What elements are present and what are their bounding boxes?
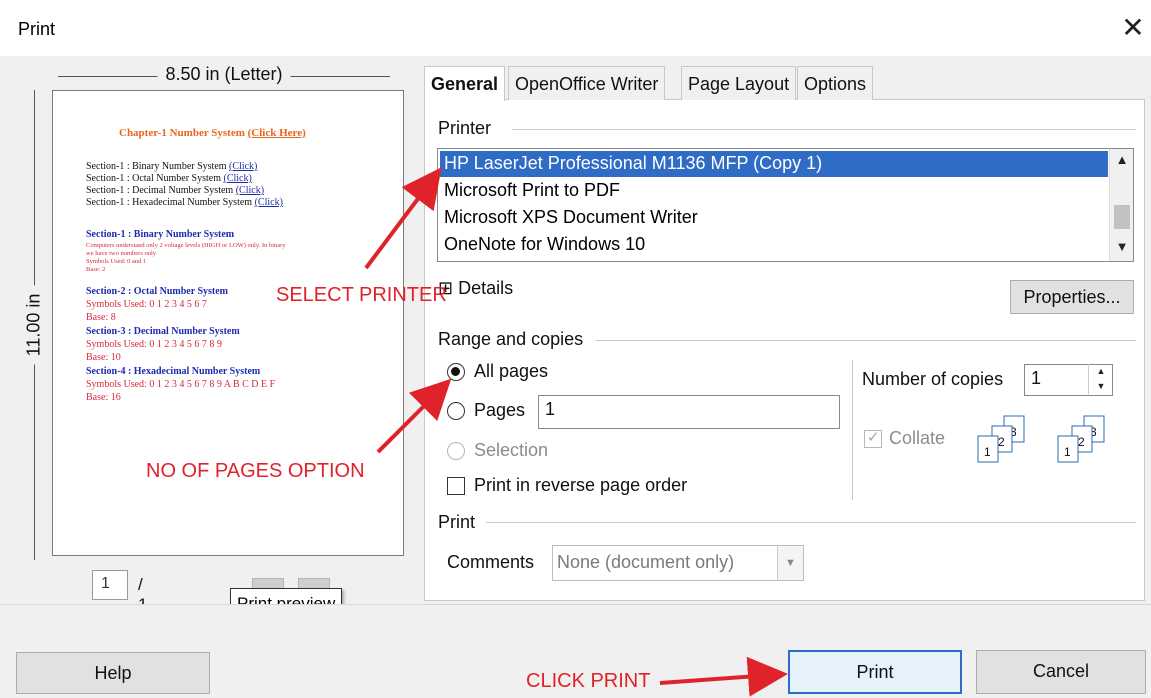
doc-section-text: Section-1 : Binary Number System bbox=[86, 161, 227, 172]
doc-body: Base: 2 bbox=[86, 266, 106, 273]
title-bar: Print ✕ bbox=[0, 0, 1151, 56]
doc-section-text: Section-1 : Hexadecimal Number System bbox=[86, 197, 253, 208]
pages-option-annotation: NO OF PAGES OPTION bbox=[146, 460, 365, 482]
print-button[interactable]: Print bbox=[788, 650, 962, 694]
click-print-annotation: CLICK PRINT bbox=[526, 670, 651, 692]
print-dialog: Print ✕ 8.50 in (Letter) 11.00 in Chapte… bbox=[0, 0, 1151, 698]
divider bbox=[852, 360, 853, 500]
chevron-down-icon[interactable]: ▼ bbox=[1110, 239, 1134, 254]
collate-checkbox[interactable] bbox=[864, 428, 882, 448]
doc-body: Symbols Used: 0 1 2 3 4 5 6 7 8 9 bbox=[86, 339, 222, 350]
chevron-down-icon[interactable]: ▼ bbox=[777, 546, 803, 580]
all-pages-label: All pages bbox=[474, 361, 549, 381]
comments-value: None (document only) bbox=[557, 552, 735, 572]
tab-options[interactable]: Options bbox=[797, 66, 874, 100]
divider bbox=[486, 522, 1136, 523]
tab-openoffice-writer[interactable]: OpenOffice Writer bbox=[508, 66, 666, 100]
page-height-label: 11.00 in bbox=[23, 285, 45, 365]
range-section-label: Range and copies bbox=[438, 329, 584, 349]
doc-section-text: Section-1 : Decimal Number System bbox=[86, 185, 234, 196]
all-pages-radio[interactable] bbox=[447, 363, 465, 381]
printer-list-scrollbar[interactable]: ▲ ▼ bbox=[1109, 149, 1133, 261]
collate-label: Collate bbox=[889, 428, 946, 448]
svg-text:1: 1 bbox=[984, 445, 991, 459]
doc-section-text: Section-1 : Octal Number System bbox=[86, 173, 221, 184]
doc-heading: Section-4 : Hexadecimal Number System bbox=[86, 366, 261, 377]
doc-body: Symbols Used: 0 1 2 3 4 5 6 7 bbox=[86, 299, 207, 310]
doc-body: Base: 8 bbox=[86, 312, 116, 323]
doc-heading: Section-1 : Binary Number System bbox=[86, 229, 235, 240]
page-number-input[interactable]: 1 bbox=[92, 570, 128, 600]
page-preview: Chapter-1 Number System (Click Here) Sec… bbox=[52, 90, 404, 556]
page-height-ruler: 11.00 in bbox=[22, 90, 46, 560]
svg-text:2: 2 bbox=[998, 435, 1005, 449]
scrollbar-thumb[interactable] bbox=[1114, 205, 1130, 229]
chevron-up-icon[interactable]: ▲ bbox=[1110, 152, 1134, 167]
doc-section-link: (Click) bbox=[254, 197, 283, 208]
doc-section-line: Section-1 : Octal Number System (Click) bbox=[86, 173, 252, 184]
divider bbox=[512, 129, 1136, 130]
doc-title-link: (Click Here) bbox=[247, 127, 306, 139]
printer-item[interactable]: HP LaserJet Professional M1136 MFP (Copy… bbox=[440, 151, 1108, 177]
copies-stepper[interactable]: ▲ ▼ bbox=[1088, 364, 1112, 394]
doc-body: Base: 16 bbox=[86, 392, 121, 403]
close-icon[interactable]: ✕ bbox=[1118, 10, 1148, 46]
preview-pane: 8.50 in (Letter) 11.00 in Chapter-1 Numb… bbox=[0, 56, 410, 614]
doc-section-line: Section-1 : Binary Number System (Click) bbox=[86, 161, 257, 172]
doc-heading: Section-3 : Decimal Number System bbox=[86, 326, 240, 337]
comments-select[interactable]: None (document only) ▼ bbox=[552, 545, 804, 581]
pages-radio[interactable] bbox=[447, 402, 465, 420]
divider bbox=[596, 340, 1136, 341]
doc-section-line: Section-1 : Hexadecimal Number System (C… bbox=[86, 197, 283, 208]
printer-item[interactable]: Microsoft XPS Document Writer bbox=[440, 205, 1108, 231]
doc-body: Symbols Used: 0 1 2 3 4 5 6 7 8 9 A B C … bbox=[86, 379, 276, 390]
printer-section-label: Printer bbox=[438, 118, 492, 138]
tab-page-layout[interactable]: Page Layout bbox=[681, 66, 797, 100]
reverse-order-label: Print in reverse page order bbox=[474, 475, 688, 495]
doc-heading: Section-2 : Octal Number System bbox=[86, 286, 229, 297]
dialog-title: Print bbox=[18, 19, 56, 39]
doc-body: Base: 10 bbox=[86, 352, 121, 363]
increment-icon[interactable]: ▲ bbox=[1089, 364, 1113, 379]
page-width-label: 8.50 in (Letter) bbox=[157, 64, 291, 85]
doc-title: Chapter-1 Number System (Click Here) bbox=[119, 127, 306, 139]
details-expander[interactable]: ⊞ Details bbox=[438, 278, 513, 299]
doc-body: Computers understand only 2 voltage leve… bbox=[86, 242, 286, 249]
pages-label: Pages bbox=[474, 400, 526, 420]
printer-item[interactable]: Microsoft Print to PDF bbox=[440, 178, 1108, 204]
selection-label: Selection bbox=[474, 440, 549, 460]
svg-text:2: 2 bbox=[1078, 435, 1085, 449]
tab-general[interactable]: General bbox=[424, 66, 506, 101]
help-button[interactable]: Help bbox=[16, 652, 210, 694]
print-section-label: Print bbox=[438, 512, 476, 532]
details-label: Details bbox=[458, 278, 514, 298]
doc-section-link: (Click) bbox=[229, 161, 258, 172]
selection-radio[interactable] bbox=[447, 442, 465, 460]
page-width-ruler: 8.50 in (Letter) bbox=[58, 64, 390, 88]
doc-body: we have two numbers only bbox=[86, 250, 157, 257]
doc-section-link: (Click) bbox=[235, 185, 265, 196]
properties-button[interactable]: Properties... bbox=[1010, 280, 1134, 314]
comments-label: Comments bbox=[447, 552, 535, 572]
select-printer-annotation: SELECT PRINTER bbox=[276, 284, 447, 306]
doc-title-text: Chapter-1 Number System bbox=[119, 127, 245, 139]
collate-pages-icon: 3 2 1 3 2 1 bbox=[977, 415, 1105, 463]
decrement-icon[interactable]: ▼ bbox=[1089, 379, 1113, 394]
reverse-order-checkbox[interactable] bbox=[447, 477, 465, 495]
doc-section-line: Section-1 : Decimal Number System (Click… bbox=[86, 185, 264, 196]
cancel-button[interactable]: Cancel bbox=[976, 650, 1146, 694]
printer-item[interactable]: OneNote for Windows 10 bbox=[440, 232, 1108, 258]
pages-input[interactable]: 1 bbox=[538, 395, 840, 429]
printer-list[interactable]: HP LaserJet Professional M1136 MFP (Copy… bbox=[437, 148, 1134, 262]
doc-body: Symbols Used: 0 and 1 bbox=[86, 258, 147, 265]
copies-label: Number of copies bbox=[862, 369, 1004, 389]
svg-text:1: 1 bbox=[1064, 445, 1071, 459]
doc-section-link: (Click) bbox=[223, 173, 252, 184]
